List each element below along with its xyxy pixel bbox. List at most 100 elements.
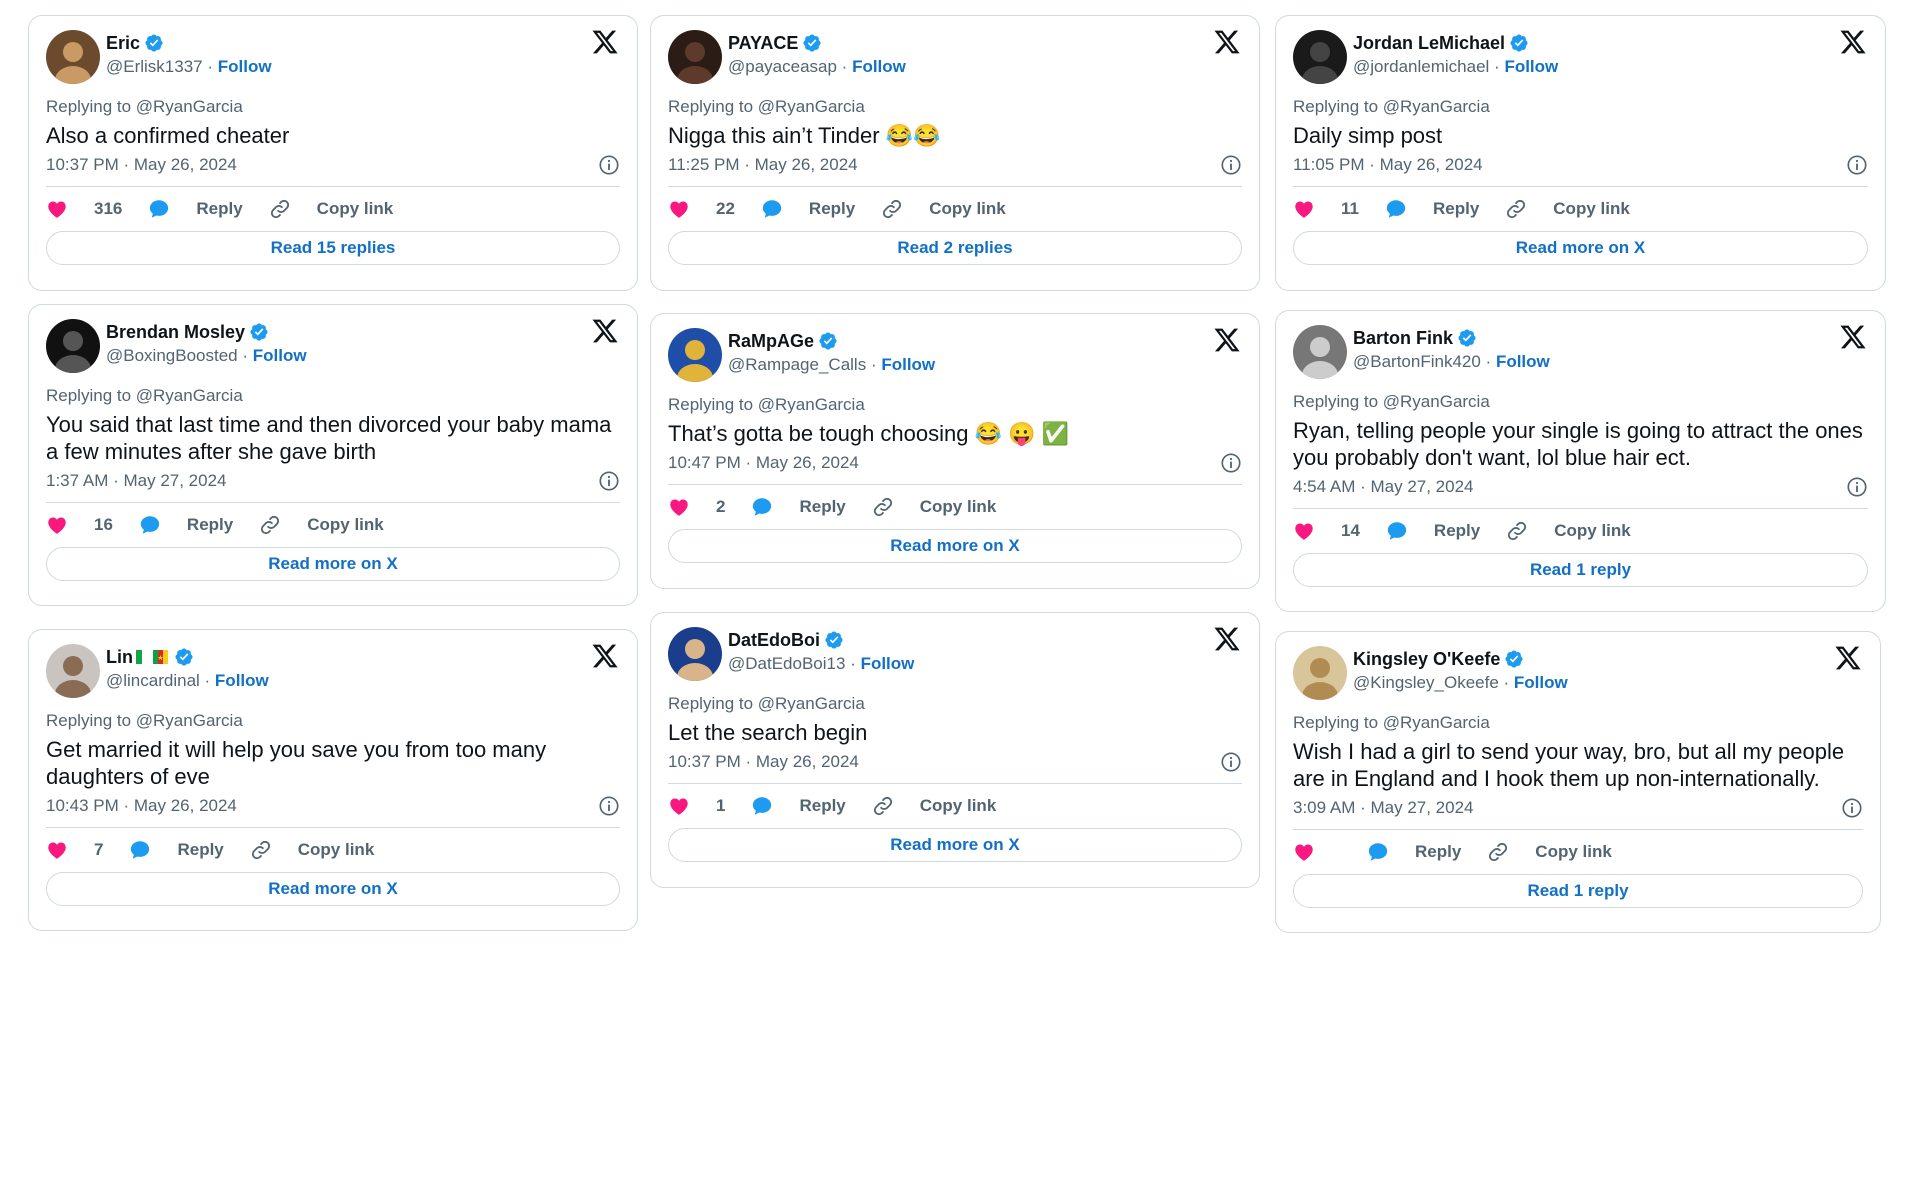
timestamp[interactable]: 10:43 PM · May 26, 2024 <box>46 795 237 817</box>
like-button[interactable]: 1 <box>668 795 725 817</box>
tweet-card[interactable]: Lin @lincardinal · Follow Replying to @Rya… <box>28 629 638 931</box>
read-replies-button[interactable]: Read more on X <box>46 872 620 906</box>
avatar[interactable] <box>668 328 722 382</box>
author-name[interactable]: Barton Fink <box>1353 327 1453 349</box>
author-handle[interactable]: @BoxingBoosted <box>106 346 238 365</box>
reply-button[interactable]: Reply <box>148 198 243 220</box>
x-logo-icon[interactable] <box>591 317 619 345</box>
x-logo-icon[interactable] <box>1213 326 1241 354</box>
follow-button[interactable]: Follow <box>852 57 906 76</box>
read-replies-button[interactable]: Read 1 reply <box>1293 874 1863 908</box>
copy-link-button[interactable]: Copy link <box>872 795 996 817</box>
read-replies-button[interactable]: Read more on X <box>668 529 1242 563</box>
author-handle[interactable]: @lincardinal <box>106 671 200 690</box>
reply-button[interactable]: Reply <box>761 198 855 220</box>
like-button[interactable]: 316 <box>46 198 122 220</box>
x-logo-icon[interactable] <box>1213 28 1241 56</box>
reply-button[interactable]: Reply <box>1385 198 1479 220</box>
timestamp[interactable]: 10:37 PM · May 26, 2024 <box>668 751 859 773</box>
author-name[interactable]: PAYACE <box>728 32 798 54</box>
tweet-card[interactable]: Barton Fink @BartonFink420 · Follow Replyi… <box>1275 310 1886 612</box>
tweet-card[interactable]: Jordan LeMichael @jordanlemichael · Follo… <box>1275 15 1886 291</box>
author-name[interactable]: Jordan LeMichael <box>1353 32 1505 54</box>
follow-button[interactable]: Follow <box>218 57 272 76</box>
info-icon[interactable] <box>1846 154 1868 176</box>
copy-link-button[interactable]: Copy link <box>250 839 374 861</box>
tweet-card[interactable]: RaMpAGe @Rampage_Calls · Follow Replying t… <box>650 313 1260 589</box>
timestamp[interactable]: 11:05 PM · May 26, 2024 <box>1293 154 1483 176</box>
author-name-row[interactable]: DatEdoBoi <box>728 629 844 651</box>
read-replies-button[interactable]: Read more on X <box>668 828 1242 862</box>
author-name-row[interactable]: Eric <box>106 32 164 54</box>
timestamp[interactable]: 4:54 AM · May 27, 2024 <box>1293 476 1474 498</box>
author-name[interactable]: DatEdoBoi <box>728 629 820 651</box>
x-logo-icon[interactable] <box>1839 28 1867 56</box>
info-icon[interactable] <box>598 154 620 176</box>
like-button[interactable]: 2 <box>668 496 725 518</box>
avatar[interactable] <box>46 319 100 373</box>
like-button[interactable]: 11 <box>1293 198 1359 220</box>
follow-button[interactable]: Follow <box>215 671 269 690</box>
reply-button[interactable]: Reply <box>1386 520 1480 542</box>
like-button[interactable]: 16 <box>46 514 113 536</box>
avatar[interactable] <box>46 644 100 698</box>
tweet-card[interactable]: PAYACE @payaceasap · Follow Replying to @R… <box>650 15 1260 291</box>
author-name-row[interactable]: PAYACE <box>728 32 822 54</box>
author-name-row[interactable]: Brendan Mosley <box>106 321 269 343</box>
copy-link-button[interactable]: Copy link <box>881 198 1006 220</box>
timestamp[interactable]: 10:37 PM · May 26, 2024 <box>46 154 237 176</box>
follow-button[interactable]: Follow <box>881 355 935 374</box>
x-logo-icon[interactable] <box>1839 323 1867 351</box>
timestamp[interactable]: 3:09 AM · May 27, 2024 <box>1293 797 1474 819</box>
author-handle[interactable]: @Rampage_Calls <box>728 355 866 374</box>
tweet-card[interactable]: DatEdoBoi @DatEdoBoi13 · Follow Replying t… <box>650 612 1260 888</box>
author-name-row[interactable]: Barton Fink <box>1353 327 1477 349</box>
reply-button[interactable]: Reply <box>139 514 233 536</box>
info-icon[interactable] <box>598 795 620 817</box>
author-handle[interactable]: @Kingsley_Okeefe <box>1353 673 1499 692</box>
timestamp[interactable]: 11:25 PM · May 26, 2024 <box>668 154 858 176</box>
follow-button[interactable]: Follow <box>253 346 307 365</box>
read-replies-button[interactable]: Read 2 replies <box>668 231 1242 265</box>
like-button[interactable]: 22 <box>668 198 735 220</box>
copy-link-button[interactable]: Copy link <box>1506 520 1631 542</box>
info-icon[interactable] <box>598 470 620 492</box>
author-handle[interactable]: @payaceasap <box>728 57 837 76</box>
follow-button[interactable]: Follow <box>1496 352 1550 371</box>
copy-link-button[interactable]: Copy link <box>1487 841 1612 863</box>
info-icon[interactable] <box>1220 751 1242 773</box>
author-handle[interactable]: @DatEdoBoi13 <box>728 654 845 673</box>
avatar[interactable] <box>668 627 722 681</box>
x-logo-icon[interactable] <box>1834 644 1862 672</box>
read-replies-button[interactable]: Read more on X <box>1293 231 1868 265</box>
copy-link-button[interactable]: Copy link <box>259 514 384 536</box>
follow-button[interactable]: Follow <box>1514 673 1568 692</box>
author-name[interactable]: Brendan Mosley <box>106 321 245 343</box>
read-replies-button[interactable]: Read 15 replies <box>46 231 620 265</box>
info-icon[interactable] <box>1220 154 1242 176</box>
author-name[interactable]: Kingsley O'Keefe <box>1353 648 1500 670</box>
like-button[interactable] <box>1293 841 1341 863</box>
author-name[interactable]: Eric <box>106 32 140 54</box>
avatar[interactable] <box>1293 325 1347 379</box>
author-name-row[interactable]: RaMpAGe <box>728 330 838 352</box>
author-name-row[interactable]: Kingsley O'Keefe <box>1353 648 1524 670</box>
copy-link-button[interactable]: Copy link <box>269 198 393 220</box>
avatar[interactable] <box>46 30 100 84</box>
avatar[interactable] <box>668 30 722 84</box>
author-handle[interactable]: @BartonFink420 <box>1353 352 1481 371</box>
info-icon[interactable] <box>1220 452 1242 474</box>
author-name[interactable]: Lin <box>106 646 133 668</box>
avatar[interactable] <box>1293 646 1347 700</box>
like-button[interactable]: 14 <box>1293 520 1360 542</box>
author-name-row[interactable]: Jordan LeMichael <box>1353 32 1529 54</box>
x-logo-icon[interactable] <box>1213 625 1241 653</box>
reply-button[interactable]: Reply <box>129 839 224 861</box>
x-logo-icon[interactable] <box>591 28 619 56</box>
info-icon[interactable] <box>1846 476 1868 498</box>
follow-button[interactable]: Follow <box>1504 57 1558 76</box>
author-name-row[interactable]: Lin <box>106 646 194 668</box>
timestamp[interactable]: 1:37 AM · May 27, 2024 <box>46 470 227 492</box>
tweet-card[interactable]: Kingsley O'Keefe @Kingsley_Okeefe · Follo… <box>1275 631 1881 933</box>
author-name[interactable]: RaMpAGe <box>728 330 814 352</box>
